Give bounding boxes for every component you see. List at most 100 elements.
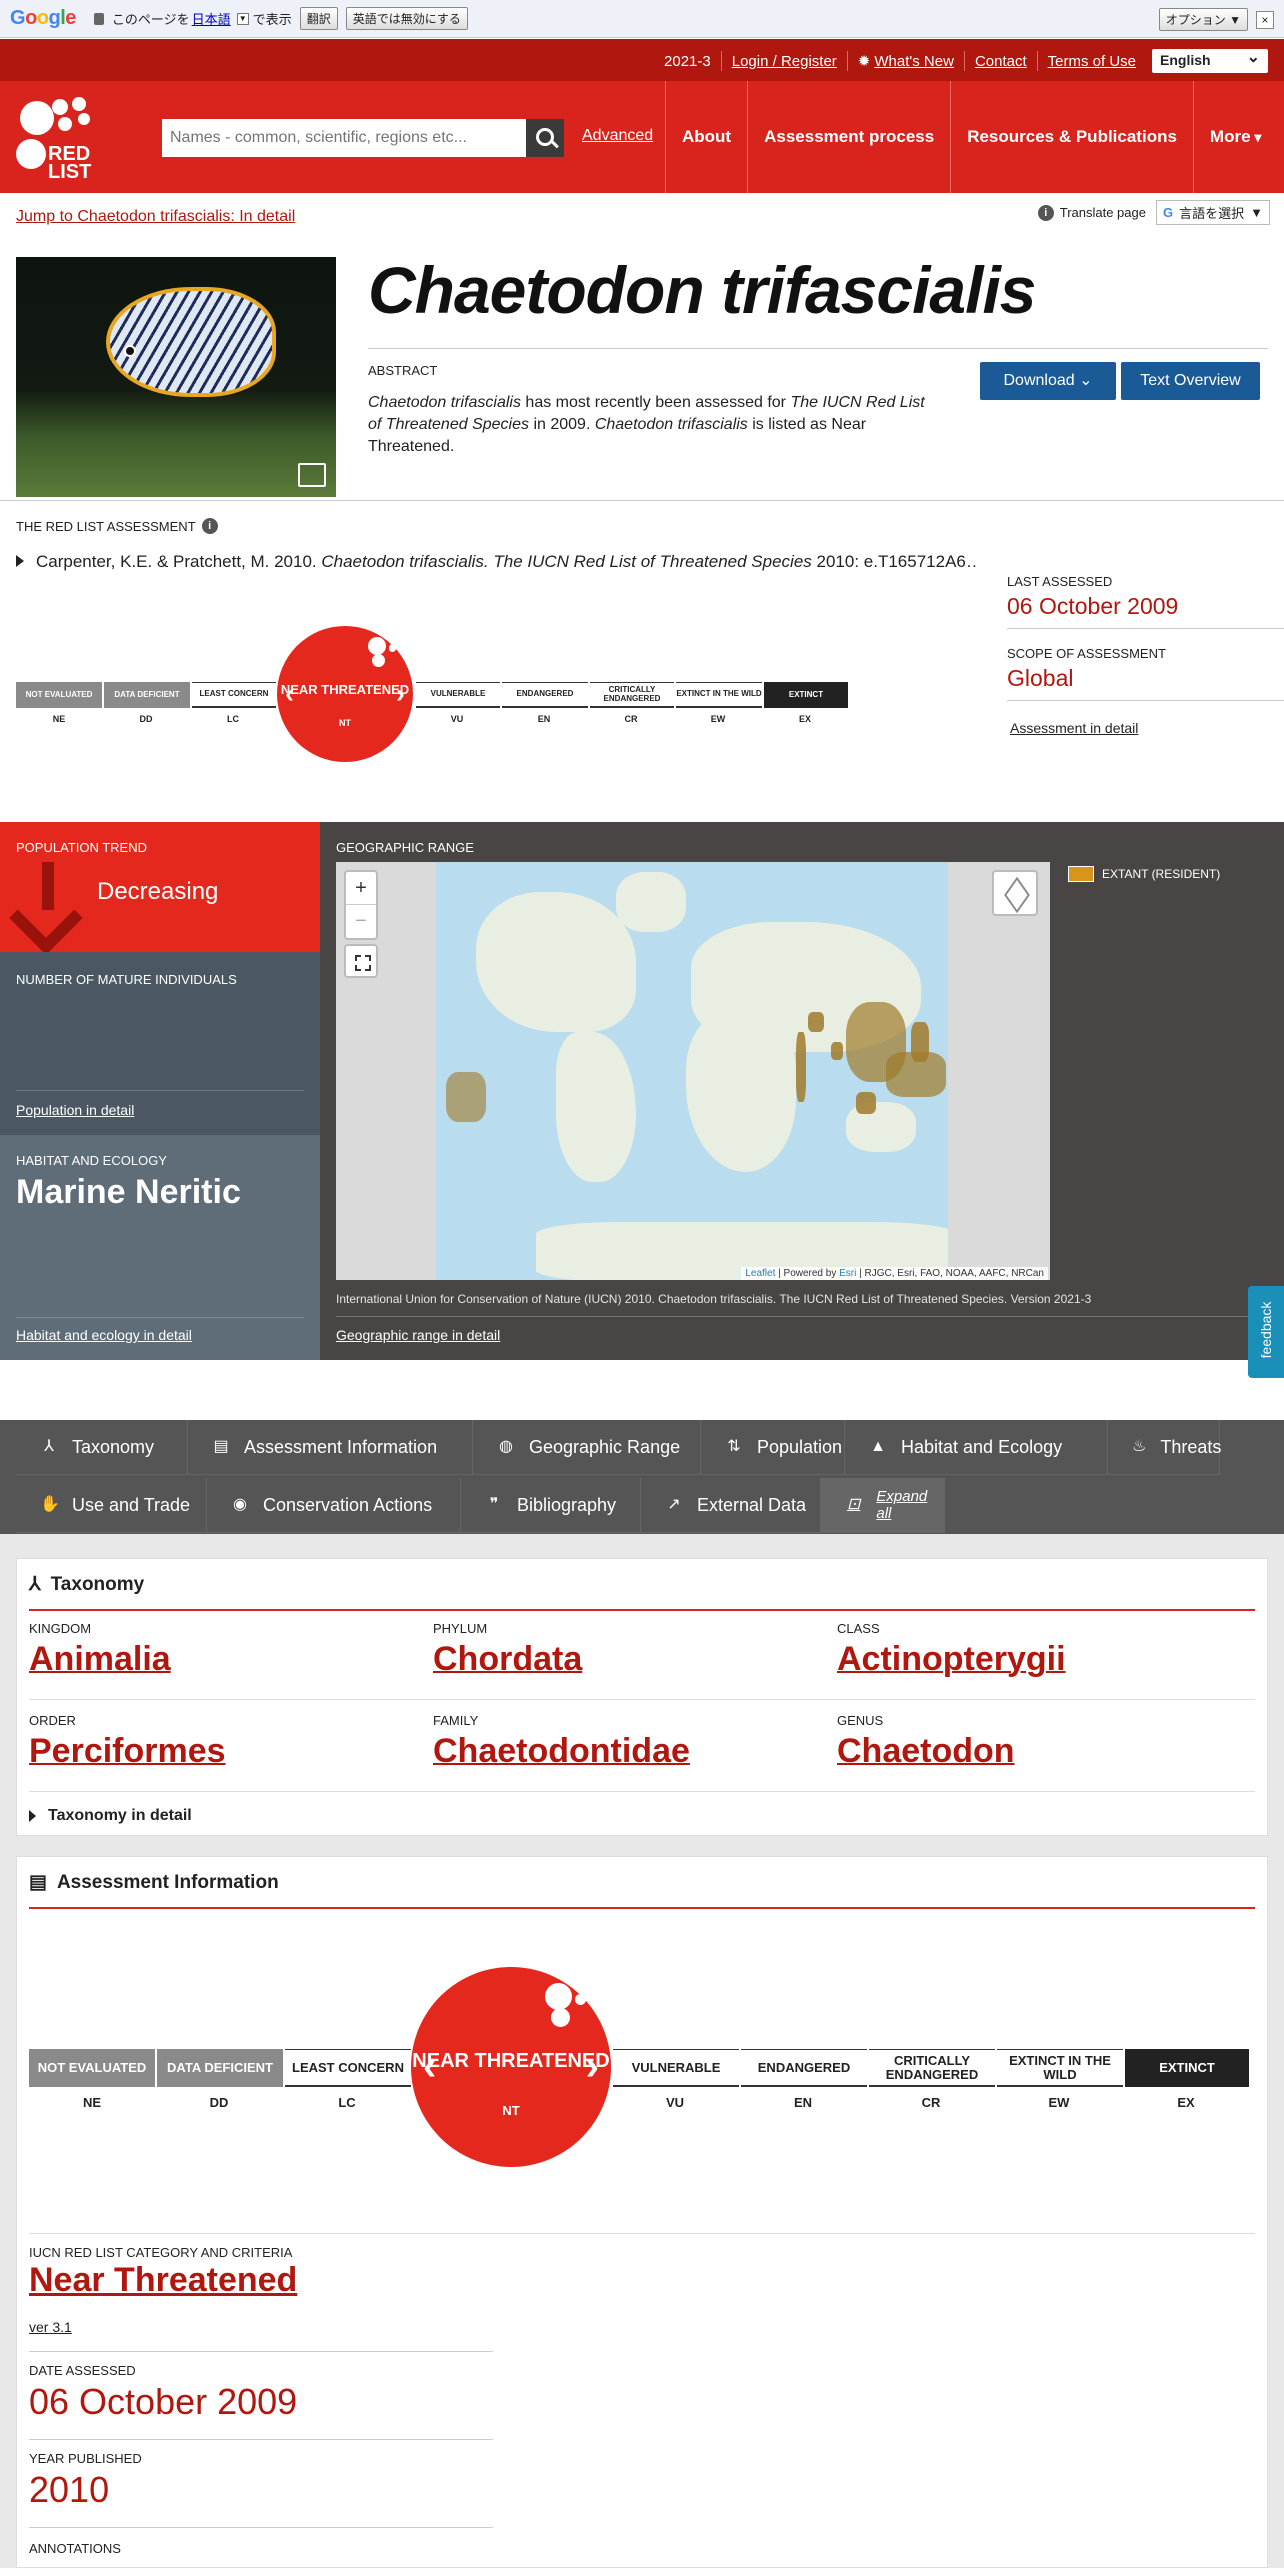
tab-habitat-and-ecology[interactable]: ▲ Habitat and Ecology — [845, 1420, 1108, 1475]
zoom-out-button[interactable]: − — [346, 905, 376, 938]
google-translate-select[interactable]: G 言語を選択 ▼ — [1155, 200, 1270, 225]
language-select[interactable]: English — [1152, 47, 1268, 73]
citation-toggle[interactable]: Carpenter, K.E. & Pratchett, M. 2010. Ch… — [16, 552, 976, 572]
category-ne: NOT EVALUATED — [16, 682, 102, 708]
nav-more[interactable]: More — [1192, 81, 1278, 193]
close-icon[interactable]: × — [1256, 10, 1274, 29]
nav-about[interactable]: About — [665, 81, 747, 193]
tab-conservation-actions[interactable]: ◉ Conservation Actions — [207, 1478, 461, 1533]
category-vu: VULNERABLE — [613, 2049, 739, 2087]
population-trend-value: Decreasing — [97, 878, 219, 905]
category-abbr-ex: EX — [1177, 2095, 1195, 2110]
category-en: ENDANGERED — [741, 2049, 867, 2087]
utility-bar: 2021-3 Login / Register ✹ What's New Cont… — [0, 39, 1284, 81]
species-photo[interactable] — [16, 257, 336, 497]
species-title: Chaetodon trifascialis — [368, 253, 1036, 327]
nav-assessment-process[interactable]: Assessment process — [747, 81, 950, 193]
tab-expand-all[interactable]: ⊡ Expand all — [821, 1478, 945, 1533]
terms-link[interactable]: Terms of Use — [1038, 53, 1146, 70]
tab-bibliography[interactable]: ❞ Bibliography — [461, 1478, 641, 1533]
phylum-link[interactable]: Chordata — [433, 1640, 582, 1679]
info-icon[interactable]: i — [201, 518, 218, 534]
assessment-info-panel: ▤ Assessment Information NOT EVALUATED NE D… — [16, 1856, 1268, 2568]
category-abbr-cr: CR — [624, 714, 638, 724]
selected-category-abbr: NT — [339, 718, 351, 729]
whats-new-link[interactable]: ✹ What's New — [848, 52, 964, 70]
tab-geographic-range[interactable]: ◍ Geographic Range — [473, 1420, 701, 1475]
contact-link[interactable]: Contact — [965, 53, 1037, 70]
category-scale: NOT EVALUATED NE DATA DEFICIENT DD LEAST CON… — [16, 626, 848, 762]
scope-block: SCOPE OF ASSESSMENT Global — [1007, 646, 1284, 701]
disable-translation-button[interactable]: 英語では無効にする — [345, 7, 468, 30]
category-dd: DATA DEFICIENT — [157, 2049, 283, 2087]
red-list-logo[interactable]: RED LIST — [16, 95, 112, 183]
order-link[interactable]: Perciformes — [29, 1732, 226, 1771]
kingdom-link[interactable]: Animalia — [29, 1640, 171, 1679]
translate-button[interactable]: 翻訳 — [299, 7, 338, 30]
login-link[interactable]: Login / Register — [722, 53, 847, 70]
external-link-icon: ↗ — [667, 1496, 681, 1513]
category-cr: CRITICALLY ENDANGERED — [869, 2049, 995, 2087]
tab-taxonomy[interactable]: ⅄ Taxonomy — [16, 1420, 188, 1475]
mountain-icon: ▲ — [870, 1438, 886, 1455]
map-attribution: Leaflet | Powered by Esri | RJGC, Esri, … — [741, 1267, 1048, 1280]
globe-icon: ◍ — [499, 1438, 513, 1455]
jump-to-detail-link[interactable]: Jump to Chaetodon trifascialis: In detai… — [16, 208, 295, 226]
taxonomy-detail-toggle[interactable]: Taxonomy in detail — [29, 1807, 192, 1825]
layers-icon[interactable] — [992, 870, 1038, 916]
tab-use-and-trade[interactable]: ✋ Use and Trade — [16, 1478, 207, 1533]
translate-widget: i Translate page G 言語を選択 ▼ — [1037, 200, 1270, 225]
last-assessed-date: 06 October 2009 — [1007, 593, 1179, 619]
category-lc: LEAST CONCERN — [192, 682, 276, 708]
feedback-tab[interactable]: feedback — [1248, 1286, 1284, 1378]
red-list-logo-icon — [368, 629, 409, 670]
legend-swatch — [1068, 866, 1094, 882]
taxonomy-panel: ⅄ Taxonomy KINGDOM Animalia PHYLUM Chordata… — [16, 1558, 1268, 1836]
zoom-control: + − — [344, 870, 378, 940]
fullscreen-icon[interactable] — [344, 944, 378, 978]
map-legend: EXTANT (RESIDENT) — [1068, 866, 1220, 882]
expand-icon: ⊡ — [846, 1496, 861, 1513]
assessment-detail-link[interactable]: Assessment in detail — [1010, 720, 1138, 736]
search-icon[interactable] — [526, 119, 564, 157]
sun-icon: ✹ — [857, 53, 871, 70]
text-overview-button[interactable]: Text Overview — [1121, 362, 1260, 400]
category-ex: EXTINCT — [1125, 2049, 1249, 2087]
category-link[interactable]: Near Threatened — [29, 2261, 297, 2300]
category-abbr-vu: VU — [450, 714, 464, 724]
tab-external-data[interactable]: ↗ External Data — [641, 1478, 821, 1533]
geographic-range-detail-link[interactable]: Geographic range in detail — [336, 1327, 500, 1343]
translate-suffix: で表示 — [252, 12, 292, 27]
tab-population[interactable]: ⇅ Population — [701, 1420, 845, 1475]
translate-language-link[interactable]: 日本語 — [192, 9, 231, 28]
section-tabs: ⅄ Taxonomy ▤ Assessment Information ◍ Geograp… — [0, 1420, 1284, 1534]
download-button[interactable]: Download — [980, 362, 1116, 400]
tab-assessment-information[interactable]: ▤ Assessment Information — [188, 1420, 473, 1475]
last-assessed-block: LAST ASSESSED 06 October 2009 — [1007, 574, 1284, 629]
tab-threats[interactable]: ♨ Threats — [1108, 1420, 1221, 1475]
criteria-version-link[interactable]: ver 3.1 — [29, 2319, 72, 2335]
family-link[interactable]: Chaetodontidae — [433, 1732, 690, 1771]
sort-arrows-icon: ⇅ — [727, 1438, 741, 1455]
gallery-icon[interactable] — [298, 463, 326, 487]
zoom-in-button[interactable]: + — [346, 872, 376, 905]
expand-triangle-icon — [16, 555, 24, 567]
logo-text: RED LIST — [48, 143, 92, 183]
category-abbr-ew: EW — [710, 714, 726, 724]
population-detail-link[interactable]: Population in detail — [16, 1102, 134, 1118]
eye-icon: ◉ — [233, 1496, 247, 1513]
nav-resources[interactable]: Resources & Publications — [950, 81, 1193, 193]
search-input[interactable] — [162, 119, 522, 157]
class-link[interactable]: Actinopterygii — [837, 1640, 1066, 1679]
map-citation: International Union for Conservation of … — [336, 1292, 1092, 1306]
selected-category-abbr: NT — [502, 2103, 520, 2118]
selected-category-label: NEAR THREATENED — [280, 682, 410, 698]
translate-options-button[interactable]: オプション ▼ — [1158, 8, 1248, 31]
genus-link[interactable]: Chaetodon — [837, 1732, 1015, 1771]
advanced-search-link[interactable]: Advanced — [582, 127, 653, 145]
range-map[interactable]: + − Leaflet | Powered by Esri | RJGC, Es… — [336, 862, 1050, 1280]
language-dropdown-icon[interactable]: ▼ — [236, 12, 249, 25]
habitat-detail-link[interactable]: Habitat and ecology in detail — [16, 1327, 192, 1343]
category-abbr-ew: EW — [1048, 2095, 1070, 2110]
clipboard-icon: ▤ — [29, 1872, 47, 1893]
